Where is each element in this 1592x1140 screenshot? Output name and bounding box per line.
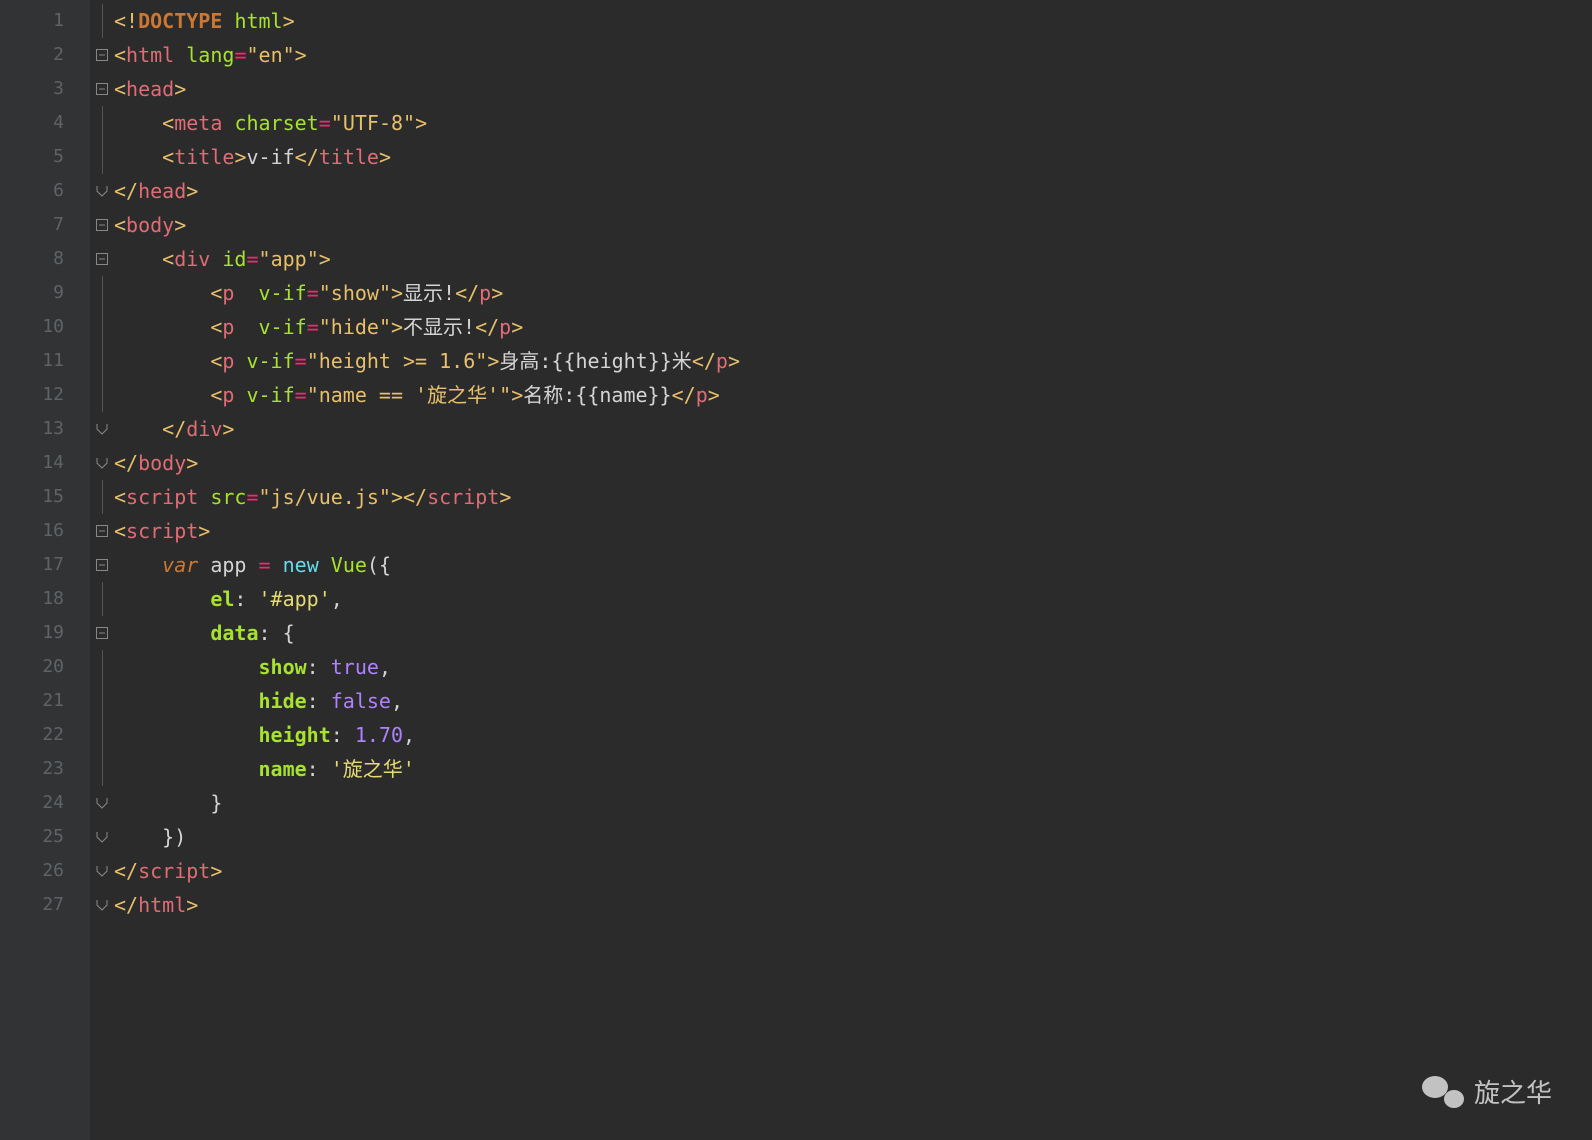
line-number: 16: [0, 514, 90, 548]
fold-close-icon[interactable]: [90, 412, 114, 446]
line-number: 7: [0, 208, 90, 242]
fold-guide: [90, 344, 114, 378]
fold-close-icon[interactable]: [90, 446, 114, 480]
fold-close-icon[interactable]: [90, 888, 114, 922]
fold-guide: [90, 276, 114, 310]
code-line[interactable]: height: 1.70,: [114, 718, 1592, 752]
line-number: 14: [0, 446, 90, 480]
line-number: 6: [0, 174, 90, 208]
fold-guide: [90, 4, 114, 38]
fold-open-icon[interactable]: [90, 208, 114, 242]
code-line[interactable]: }): [114, 820, 1592, 854]
line-number: 8: [0, 242, 90, 276]
fold-guide: [90, 310, 114, 344]
code-line[interactable]: <body>: [114, 208, 1592, 242]
code-line[interactable]: el: '#app',: [114, 582, 1592, 616]
code-line[interactable]: var app = new Vue({: [114, 548, 1592, 582]
line-number: 18: [0, 582, 90, 616]
fold-open-icon[interactable]: [90, 38, 114, 72]
fold-open-icon[interactable]: [90, 242, 114, 276]
fold-close-icon[interactable]: [90, 820, 114, 854]
line-number: 20: [0, 650, 90, 684]
code-line[interactable]: </body>: [114, 446, 1592, 480]
line-number: 19: [0, 616, 90, 650]
code-line[interactable]: <p v-if="hide">不显示!</p>: [114, 310, 1592, 344]
code-line[interactable]: <p v-if="height >= 1.6">身高:{{height}}米</…: [114, 344, 1592, 378]
fold-close-icon[interactable]: [90, 786, 114, 820]
code-line[interactable]: </html>: [114, 888, 1592, 922]
code-line[interactable]: <script src="js/vue.js"></script>: [114, 480, 1592, 514]
fold-open-icon[interactable]: [90, 72, 114, 106]
wechat-icon: [1422, 1074, 1464, 1110]
line-number: 21: [0, 684, 90, 718]
fold-guide: [90, 752, 114, 786]
code-line[interactable]: </div>: [114, 412, 1592, 446]
code-line[interactable]: data: {: [114, 616, 1592, 650]
code-line[interactable]: <meta charset="UTF-8">: [114, 106, 1592, 140]
fold-guide: [90, 718, 114, 752]
fold-guide: [90, 684, 114, 718]
fold-column: [90, 0, 114, 1140]
code-line[interactable]: <!DOCTYPE html>: [114, 4, 1592, 38]
watermark: 旋之华: [1422, 1073, 1552, 1110]
code-line[interactable]: <div id="app">: [114, 242, 1592, 276]
code-line[interactable]: hide: false,: [114, 684, 1592, 718]
code-line[interactable]: <head>: [114, 72, 1592, 106]
line-number: 3: [0, 72, 90, 106]
code-editor: 1234567891011121314151617181920212223242…: [0, 0, 1592, 1140]
fold-guide: [90, 378, 114, 412]
fold-open-icon[interactable]: [90, 548, 114, 582]
code-line[interactable]: <p v-if="show">显示!</p>: [114, 276, 1592, 310]
line-number: 17: [0, 548, 90, 582]
line-number: 25: [0, 820, 90, 854]
fold-guide: [90, 650, 114, 684]
line-number: 5: [0, 140, 90, 174]
code-line[interactable]: </script>: [114, 854, 1592, 888]
code-area[interactable]: <!DOCTYPE html><html lang="en"><head> <m…: [114, 0, 1592, 1140]
code-line[interactable]: <html lang="en">: [114, 38, 1592, 72]
watermark-label: 旋之华: [1474, 1073, 1552, 1110]
code-line[interactable]: <title>v-if</title>: [114, 140, 1592, 174]
line-number: 24: [0, 786, 90, 820]
fold-guide: [90, 582, 114, 616]
line-number: 1: [0, 4, 90, 38]
code-line[interactable]: name: '旋之华': [114, 752, 1592, 786]
code-line[interactable]: show: true,: [114, 650, 1592, 684]
line-number: 4: [0, 106, 90, 140]
line-number: 2: [0, 38, 90, 72]
line-number: 23: [0, 752, 90, 786]
fold-open-icon[interactable]: [90, 616, 114, 650]
line-number-gutter: 1234567891011121314151617181920212223242…: [0, 0, 90, 1140]
code-line[interactable]: <p v-if="name == '旋之华'">名称:{{name}}</p>: [114, 378, 1592, 412]
fold-close-icon[interactable]: [90, 854, 114, 888]
line-number: 27: [0, 888, 90, 922]
code-line[interactable]: }: [114, 786, 1592, 820]
fold-guide: [90, 480, 114, 514]
line-number: 11: [0, 344, 90, 378]
line-number: 13: [0, 412, 90, 446]
line-number: 22: [0, 718, 90, 752]
fold-open-icon[interactable]: [90, 514, 114, 548]
fold-guide: [90, 106, 114, 140]
line-number: 9: [0, 276, 90, 310]
line-number: 12: [0, 378, 90, 412]
line-number: 15: [0, 480, 90, 514]
line-number: 10: [0, 310, 90, 344]
line-number: 26: [0, 854, 90, 888]
code-line[interactable]: <script>: [114, 514, 1592, 548]
code-line[interactable]: </head>: [114, 174, 1592, 208]
fold-close-icon[interactable]: [90, 174, 114, 208]
fold-guide: [90, 140, 114, 174]
